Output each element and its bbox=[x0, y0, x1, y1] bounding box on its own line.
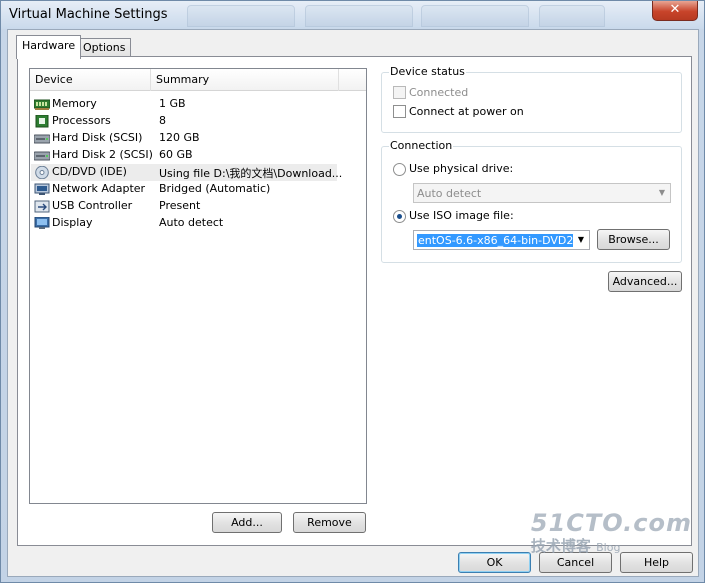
device-row-network-adapter[interactable]: Network Adapter Bridged (Automatic) bbox=[31, 181, 337, 198]
device-summary: 1 GB bbox=[159, 97, 186, 110]
background-taskbar-tab bbox=[421, 5, 529, 27]
device-row-memory[interactable]: Memory 1 GB bbox=[31, 96, 337, 113]
device-list-header: Device Summary bbox=[30, 69, 366, 91]
device-row-usb-controller[interactable]: USB Controller Present bbox=[31, 198, 337, 215]
use-iso-image-label: Use ISO image file: bbox=[409, 209, 514, 222]
background-taskbar-tab bbox=[539, 5, 605, 27]
iso-image-path-value[interactable]: entOS-6.6-x86_64-bin-DVD2.iso bbox=[417, 234, 573, 247]
memory-icon bbox=[34, 99, 50, 110]
device-row-processors[interactable]: Processors 8 bbox=[31, 113, 337, 130]
connection-group: Connection Use physical drive: Auto dete… bbox=[381, 139, 682, 263]
hardware-panel: Device Summary Memory 1 GB Processors 8 … bbox=[17, 56, 692, 546]
device-row-hard-disk-2[interactable]: Hard Disk 2 (SCSI) 60 GB bbox=[31, 147, 337, 164]
use-physical-drive-radio[interactable] bbox=[393, 163, 406, 176]
watermark-line3: Blog bbox=[596, 541, 621, 554]
usb-icon bbox=[34, 200, 50, 213]
cd-dvd-icon bbox=[35, 166, 49, 179]
chevron-down-icon: ▼ bbox=[658, 188, 666, 197]
connection-heading: Connection bbox=[389, 139, 454, 152]
device-status-heading: Device status bbox=[389, 65, 466, 78]
connect-at-power-on-checkbox[interactable] bbox=[393, 105, 406, 118]
device-row-cd-dvd[interactable]: CD/DVD (IDE) Using file D:\我的文档\Download… bbox=[31, 164, 342, 181]
iso-image-path-text: entOS-6.6-x86_64-bin-DVD2.iso bbox=[417, 234, 573, 247]
background-taskbar-tab bbox=[187, 5, 295, 27]
column-device[interactable]: Device bbox=[30, 69, 151, 91]
device-name: Processors bbox=[52, 114, 111, 127]
device-name: USB Controller bbox=[52, 199, 133, 212]
device-summary: 8 bbox=[159, 114, 166, 127]
close-button[interactable]: ✕ bbox=[652, 1, 698, 21]
device-summary: 60 GB bbox=[159, 148, 193, 161]
watermark-line1: 51CTO.com bbox=[530, 509, 692, 537]
physical-drive-value: Auto detect bbox=[417, 187, 482, 200]
watermark: 51CTO.com 技术博客 Blog bbox=[531, 509, 692, 556]
connected-checkbox[interactable] bbox=[393, 86, 406, 99]
advanced-button[interactable]: Advanced... bbox=[608, 271, 682, 292]
device-row-display[interactable]: Display Auto detect bbox=[31, 215, 337, 232]
device-summary: Present bbox=[159, 199, 201, 212]
remove-device-button[interactable]: Remove bbox=[293, 512, 366, 533]
processor-icon bbox=[35, 115, 49, 128]
device-summary: Bridged (Automatic) bbox=[159, 182, 271, 195]
tab-hardware-label: Hardware bbox=[22, 39, 76, 52]
device-name: Display bbox=[52, 216, 93, 229]
use-iso-image-radio[interactable] bbox=[393, 210, 406, 223]
close-icon: ✕ bbox=[669, 2, 681, 17]
network-adapter-icon bbox=[34, 183, 50, 195]
browse-button[interactable]: Browse... bbox=[597, 229, 670, 250]
device-summary: Auto detect bbox=[159, 216, 224, 229]
device-name: Network Adapter bbox=[52, 182, 146, 195]
device-summary: Using file D:\我的文档\Download... bbox=[159, 167, 343, 180]
device-name: Hard Disk (SCSI) bbox=[52, 131, 143, 144]
display-icon bbox=[34, 217, 50, 229]
physical-drive-dropdown[interactable]: Auto detect ▼ bbox=[413, 183, 671, 203]
device-name: Hard Disk 2 (SCSI) bbox=[52, 148, 153, 161]
tab-options[interactable]: Options bbox=[77, 38, 132, 57]
device-list[interactable]: Device Summary Memory 1 GB Processors 8 … bbox=[29, 68, 367, 504]
watermark-line2-text: 技术博客 bbox=[530, 537, 591, 555]
device-summary: 120 GB bbox=[159, 131, 200, 144]
device-row-hard-disk[interactable]: Hard Disk (SCSI) 120 GB bbox=[31, 130, 337, 147]
title-bar[interactable]: Virtual Machine Settings ✕ bbox=[1, 1, 704, 29]
device-name: Memory bbox=[52, 97, 97, 110]
add-device-button[interactable]: Add... bbox=[212, 512, 282, 533]
column-summary[interactable]: Summary bbox=[151, 69, 339, 91]
hard-disk-icon bbox=[34, 134, 50, 144]
watermark-line2: 技术博客 Blog bbox=[531, 535, 692, 556]
device-status-group: Device status Connected Connect at power… bbox=[381, 65, 682, 133]
tab-hardware[interactable]: Hardware bbox=[16, 35, 82, 59]
connect-at-power-on-label: Connect at power on bbox=[409, 105, 524, 118]
dialog-client: Hardware Options Device Summary Memory 1… bbox=[7, 29, 699, 577]
background-taskbar-tab bbox=[305, 5, 413, 27]
device-name: CD/DVD (IDE) bbox=[52, 165, 127, 178]
hard-disk-icon bbox=[34, 151, 50, 161]
ok-button[interactable]: OK bbox=[458, 552, 531, 573]
tab-options-label: Options bbox=[83, 41, 126, 54]
iso-image-path-combo[interactable]: entOS-6.6-x86_64-bin-DVD2.iso ▼ bbox=[413, 230, 590, 250]
use-physical-drive-label: Use physical drive: bbox=[409, 162, 514, 175]
window-title: Virtual Machine Settings bbox=[9, 7, 168, 22]
settings-window: Virtual Machine Settings ✕ Hardware Opti… bbox=[0, 0, 705, 583]
connected-label: Connected bbox=[409, 86, 469, 99]
chevron-down-icon[interactable]: ▼ bbox=[575, 234, 587, 246]
